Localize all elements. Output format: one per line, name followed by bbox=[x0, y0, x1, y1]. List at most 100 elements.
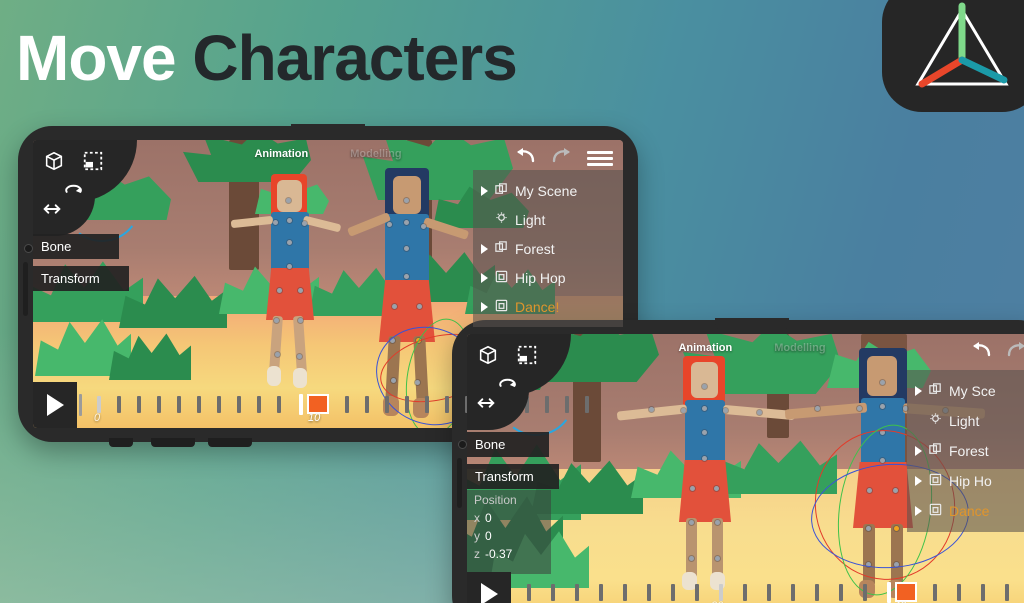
hierarchy-row-my-scene[interactable]: My Sce bbox=[915, 376, 1024, 406]
bone-joint[interactable] bbox=[404, 220, 409, 225]
chevron-right-icon[interactable] bbox=[915, 386, 922, 396]
hierarchy-row-my-scene[interactable]: My Scene bbox=[481, 176, 623, 205]
bone-joint[interactable] bbox=[857, 406, 862, 411]
bone-joint[interactable] bbox=[715, 556, 720, 561]
hierarchy-row-hip-hop[interactable]: Hip Hop bbox=[481, 263, 623, 292]
hierarchy-panel-back[interactable]: My Scene Light Forest Hip Hop Dance! bbox=[473, 170, 623, 327]
axis-value-z[interactable]: -0.37 bbox=[485, 547, 512, 561]
phone-front-side-button[interactable] bbox=[457, 458, 462, 508]
bone-joint[interactable] bbox=[404, 246, 409, 251]
phone-back-bottom-button-1[interactable] bbox=[109, 438, 133, 447]
property-row-z[interactable]: z -0.37 bbox=[474, 547, 551, 561]
tab-animation[interactable]: Animation bbox=[678, 342, 732, 354]
move-icon[interactable] bbox=[473, 390, 499, 416]
bone-joint[interactable] bbox=[297, 354, 302, 359]
chevron-right-icon[interactable] bbox=[915, 476, 922, 486]
tab-animation[interactable]: Animation bbox=[254, 148, 308, 160]
chevron-right-icon[interactable] bbox=[915, 446, 922, 456]
bone-joint[interactable] bbox=[287, 240, 292, 245]
undo-icon[interactable] bbox=[969, 340, 993, 365]
chevron-right-icon[interactable] bbox=[481, 185, 488, 196]
bone-joint[interactable] bbox=[649, 407, 654, 412]
tab-modelling[interactable]: Modelling bbox=[774, 342, 825, 354]
phone-back-bottom-button-2[interactable] bbox=[151, 438, 195, 447]
timeline-tick bbox=[117, 396, 121, 413]
keyframe-marker[interactable] bbox=[895, 582, 917, 602]
bone-joint[interactable] bbox=[702, 456, 707, 461]
hierarchy-row-dance[interactable]: Dance! bbox=[481, 292, 623, 321]
bone-joint[interactable] bbox=[404, 274, 409, 279]
marquee-select-icon[interactable] bbox=[514, 342, 540, 368]
chip-transform[interactable]: Transform bbox=[33, 266, 129, 291]
bone-joint[interactable] bbox=[387, 222, 392, 227]
keyframe-marker[interactable] bbox=[307, 394, 329, 414]
bone-joint[interactable] bbox=[689, 556, 694, 561]
hierarchy-row-light[interactable]: Light bbox=[915, 406, 1024, 436]
bone-joint[interactable] bbox=[880, 404, 885, 409]
bone-joint[interactable] bbox=[275, 352, 280, 357]
bone-joint[interactable] bbox=[421, 224, 426, 229]
timeline-playhead[interactable] bbox=[887, 582, 891, 603]
play-button[interactable] bbox=[33, 382, 77, 428]
bone-joint[interactable] bbox=[715, 520, 720, 525]
phone-back-bottom-button-3[interactable] bbox=[208, 438, 252, 447]
chevron-right-icon[interactable] bbox=[915, 506, 922, 516]
bone-joint[interactable] bbox=[287, 218, 292, 223]
property-row-x[interactable]: x 0 bbox=[474, 511, 551, 525]
bone-joint[interactable] bbox=[286, 198, 291, 203]
timeline-track[interactable]: 30 40 bbox=[511, 572, 1024, 603]
marquee-select-icon[interactable] bbox=[80, 148, 106, 174]
timeline-tick bbox=[137, 396, 141, 413]
bone-joint[interactable] bbox=[880, 380, 885, 385]
menu-icon[interactable] bbox=[587, 150, 613, 168]
bone-joint[interactable] bbox=[274, 318, 279, 323]
property-row-y[interactable]: y 0 bbox=[474, 529, 551, 543]
hierarchy-row-light[interactable]: Light bbox=[481, 205, 623, 234]
bone-joint[interactable] bbox=[714, 486, 719, 491]
hierarchy-row-hip-hop[interactable]: Hip Ho bbox=[915, 466, 1024, 496]
character-red-hair[interactable] bbox=[230, 174, 357, 392]
bone-joint[interactable] bbox=[690, 486, 695, 491]
axis-value-x[interactable]: 0 bbox=[485, 511, 492, 525]
bone-joint[interactable] bbox=[702, 384, 707, 389]
chip-bone[interactable]: Bone bbox=[467, 432, 549, 457]
redo-icon[interactable] bbox=[550, 146, 574, 171]
bone-joint[interactable] bbox=[681, 408, 686, 413]
phone-back-side-button[interactable] bbox=[23, 262, 28, 316]
chip-bone[interactable]: Bone bbox=[33, 234, 119, 259]
bone-joint[interactable] bbox=[815, 406, 820, 411]
bone-joint[interactable] bbox=[689, 520, 694, 525]
bone-joint[interactable] bbox=[702, 430, 707, 435]
cube-icon[interactable] bbox=[41, 148, 67, 174]
hierarchy-row-forest[interactable]: Forest bbox=[481, 234, 623, 263]
bone-joint[interactable] bbox=[287, 264, 292, 269]
bone-joint[interactable] bbox=[757, 410, 762, 415]
hierarchy-row-dance[interactable]: Dance bbox=[915, 496, 1024, 526]
bone-joint[interactable] bbox=[277, 288, 282, 293]
bone-joint[interactable] bbox=[392, 304, 397, 309]
bone-joint[interactable] bbox=[298, 318, 303, 323]
properties-panel[interactable]: Position x 0 y 0 z -0.37 bbox=[467, 490, 551, 574]
bone-joint[interactable] bbox=[404, 198, 409, 203]
axis-value-y[interactable]: 0 bbox=[485, 529, 492, 543]
redo-icon[interactable] bbox=[1005, 340, 1024, 365]
chevron-right-icon[interactable] bbox=[481, 243, 488, 254]
move-icon[interactable] bbox=[39, 196, 65, 222]
chevron-right-icon[interactable] bbox=[481, 272, 488, 283]
timeline-playhead[interactable] bbox=[299, 394, 303, 415]
bone-joint[interactable] bbox=[417, 304, 422, 309]
hierarchy-label: Hip Ho bbox=[949, 473, 992, 489]
bone-joint[interactable] bbox=[302, 221, 307, 226]
bone-joint[interactable] bbox=[298, 288, 303, 293]
undo-icon[interactable] bbox=[513, 146, 537, 171]
tab-modelling[interactable]: Modelling bbox=[350, 148, 401, 160]
chevron-right-icon[interactable] bbox=[481, 301, 488, 312]
bone-joint[interactable] bbox=[702, 406, 707, 411]
hierarchy-row-forest[interactable]: Forest bbox=[915, 436, 1024, 466]
bone-joint[interactable] bbox=[723, 408, 728, 413]
chip-transform[interactable]: Transform bbox=[467, 464, 559, 489]
bone-joint[interactable] bbox=[273, 220, 278, 225]
cube-icon[interactable] bbox=[475, 342, 501, 368]
play-button[interactable] bbox=[467, 572, 511, 603]
hierarchy-panel-front[interactable]: My Sce Light Forest Hip Ho Dance bbox=[907, 370, 1024, 532]
